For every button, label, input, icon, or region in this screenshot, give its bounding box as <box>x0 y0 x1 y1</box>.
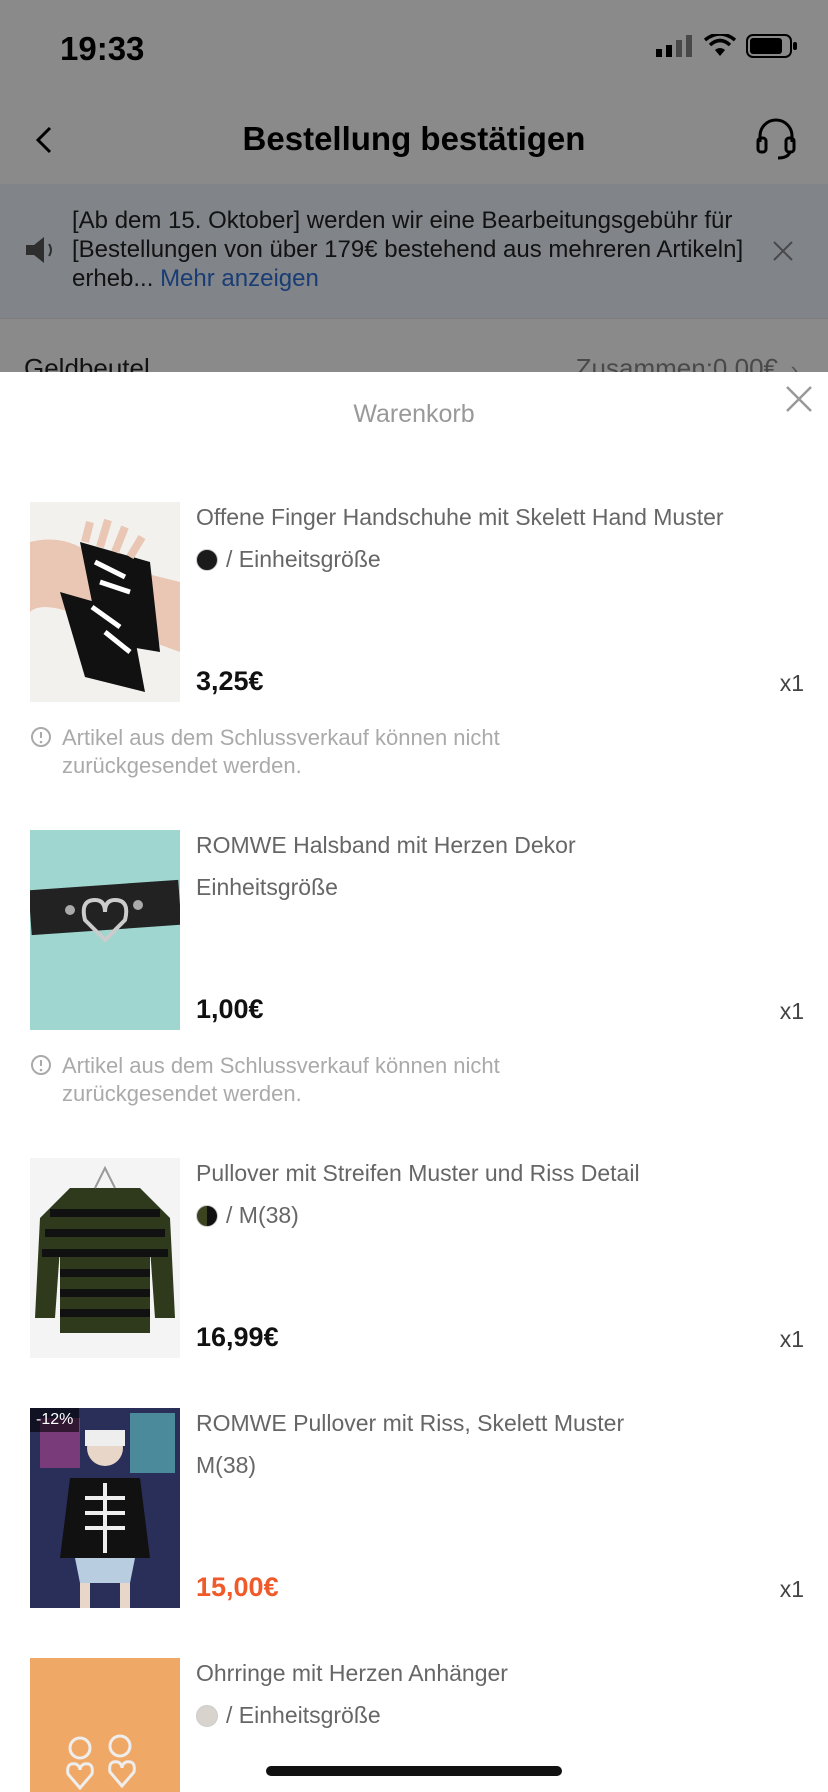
product-image-sweater[interactable] <box>30 1158 180 1358</box>
info-circle-icon <box>31 727 51 747</box>
cart-sheet: Warenkorb Offene Finger Handschuhe mit S… <box>0 372 828 1792</box>
product-image-choker[interactable] <box>30 830 180 1030</box>
product-price: 3,25€ <box>196 666 264 696</box>
product-variant: / Einheitsgröße <box>196 546 381 573</box>
product-quantity: x1 <box>779 670 804 696</box>
product-image-earrings[interactable] <box>30 1658 180 1792</box>
product-name: Ohrringe mit Herzen Anhänger <box>196 1660 508 1686</box>
product-image-gloves[interactable] <box>30 502 180 702</box>
product-name: Offene Finger Handschuhe mit Skelett Han… <box>196 504 724 530</box>
sheet-title: Warenkorb <box>353 400 475 428</box>
variant-label: / M(38) <box>226 1202 299 1228</box>
warning-text: Artikel aus dem Schlussverkauf können ni… <box>62 725 500 778</box>
product-variant: Einheitsgröße <box>196 874 338 901</box>
color-swatch <box>196 1704 218 1727</box>
product-image-skeleton-sweater[interactable]: -12% <box>30 1408 180 1608</box>
product-variant: M(38) <box>196 1452 256 1479</box>
product-name: Pullover mit Streifen Muster und Riss De… <box>196 1160 640 1186</box>
variant-label: / Einheitsgröße <box>226 1702 381 1728</box>
close-icon[interactable] <box>784 384 814 414</box>
product-price: 1,00€ <box>196 994 264 1024</box>
product-price: 16,99€ <box>196 1322 279 1352</box>
product-name: ROMWE Halsband mit Herzen Dekor <box>196 832 576 858</box>
overlay-backdrop[interactable] <box>0 0 828 372</box>
product-quantity: x1 <box>779 998 804 1024</box>
product-name: ROMWE Pullover mit Riss, Skelett Muster <box>196 1410 625 1436</box>
final-sale-warning: Artikel aus dem Schlussverkauf können ni… <box>30 1052 650 1108</box>
product-variant: / Einheitsgröße <box>196 1702 381 1729</box>
info-circle-icon <box>31 1055 51 1075</box>
final-sale-warning: Artikel aus dem Schlussverkauf können ni… <box>30 724 650 780</box>
warning-text: Artikel aus dem Schlussverkauf können ni… <box>62 1053 500 1106</box>
variant-label: Einheitsgröße <box>196 874 338 900</box>
discount-badge: -12% <box>30 1408 80 1432</box>
product-quantity: x1 <box>779 1326 804 1352</box>
home-indicator <box>266 1766 562 1776</box>
color-swatch <box>196 548 218 571</box>
product-quantity: x1 <box>779 1576 804 1602</box>
variant-label: / Einheitsgröße <box>226 546 381 572</box>
color-swatch <box>196 1204 218 1227</box>
product-variant: / M(38) <box>196 1202 299 1229</box>
product-price: 15,00€ <box>196 1572 279 1602</box>
variant-label: M(38) <box>196 1452 257 1478</box>
